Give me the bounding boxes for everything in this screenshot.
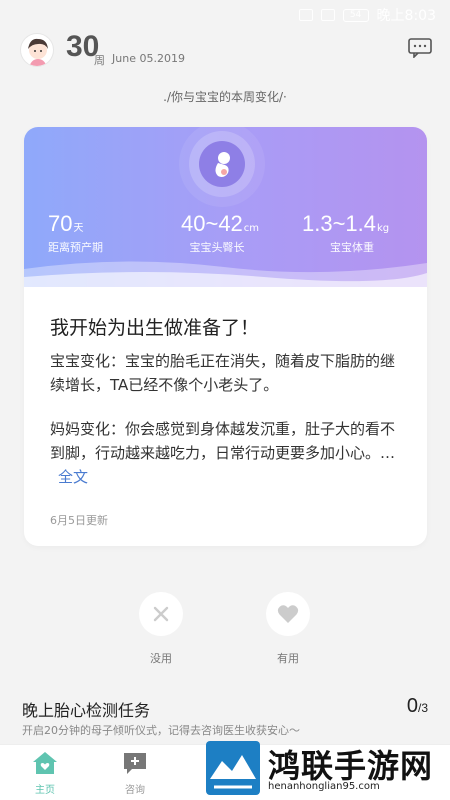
fetus-icon xyxy=(199,141,245,187)
status-time: 晚上8:03 xyxy=(376,8,436,24)
stat-label: 宝宝头臀长 xyxy=(189,241,245,254)
weekly-change-card[interactable]: 70天 距离预产期 40~42cm 宝宝头臀长 1.3~1.4kg 宝宝体重 我… xyxy=(24,127,427,546)
baby-avatar-icon xyxy=(28,38,48,66)
mom-change-text: 妈妈变化：你会感觉到身体越发沉重，肚子大的看不到脚，行动越来越吃力，日常行动更要… xyxy=(50,420,396,462)
watermark-logo xyxy=(206,741,260,795)
useless-button[interactable] xyxy=(139,592,183,636)
message-icon[interactable] xyxy=(408,38,432,58)
chat-plus-icon xyxy=(124,753,146,774)
stat-label: 距离预产期 xyxy=(48,241,103,254)
page-subtitle: ./你与宝宝的本周变化/· xyxy=(163,90,287,104)
card-title: 我开始为出生做准备了！ xyxy=(50,317,260,339)
header-date: June 05.2019 xyxy=(112,52,185,65)
avatar[interactable] xyxy=(20,33,54,67)
heart-icon xyxy=(277,605,299,623)
status-bar: 54 晚上8:03 xyxy=(0,0,450,30)
stat-unit: 天 xyxy=(73,223,84,234)
due-days-stat: 70天 距离预产期 xyxy=(48,211,103,255)
home-icon xyxy=(33,752,57,774)
stat-unit: kg xyxy=(377,223,390,234)
nav-consult-label: 咨询 xyxy=(125,785,145,796)
nav-consult[interactable]: 咨询 xyxy=(105,751,165,796)
task-count: 0 xyxy=(406,695,418,717)
mom-change-block: 妈妈变化：你会感觉到身体越发沉重，肚子大的看不到脚，行动越来越吃力，日常行动更要… xyxy=(50,417,405,489)
watermark: 鸿联手游网 henanhonglian95.com xyxy=(198,735,450,800)
nav-home[interactable]: 主页 xyxy=(15,751,75,796)
stat-value: 40~42 xyxy=(181,211,243,236)
battery-icon: 54 xyxy=(342,8,369,22)
week-unit: 周 xyxy=(94,54,105,67)
task-progress: 0/3 xyxy=(407,695,428,718)
stat-value: 70 xyxy=(48,211,73,236)
watermark-url: henanhonglian95.com xyxy=(268,781,380,792)
banner: 70天 距离预产期 40~42cm 宝宝头臀长 1.3~1.4kg 宝宝体重 xyxy=(24,127,427,287)
stat-value: 1.3~1.4 xyxy=(302,211,377,236)
updated-date: 6月5日更新 xyxy=(50,514,108,527)
useful-button[interactable] xyxy=(266,592,310,636)
nav-home-label: 主页 xyxy=(35,785,55,796)
stat-label: 宝宝体重 xyxy=(330,241,374,254)
crown-rump-stat: 40~42cm 宝宝头臀长 xyxy=(181,211,259,255)
nfc-icon xyxy=(298,9,313,21)
task-total: /3 xyxy=(417,701,428,715)
full-text-link[interactable]: 全文 xyxy=(58,468,88,486)
baby-change-text: 宝宝变化：宝宝的胎毛正在消失，随着皮下脂肪的继续增长，TA已经不像个小老头了。 xyxy=(50,352,396,394)
task-title[interactable]: 晚上胎心检测任务 xyxy=(22,697,150,721)
weight-stat: 1.3~1.4kg 宝宝体重 xyxy=(302,211,389,255)
header: 30 周 June 05.2019 xyxy=(0,30,450,80)
useless-label: 没用 xyxy=(150,652,172,665)
close-icon xyxy=(153,606,169,622)
useful-label: 有用 xyxy=(277,652,299,665)
stat-unit: cm xyxy=(243,223,260,234)
vibrate-icon xyxy=(320,9,335,21)
